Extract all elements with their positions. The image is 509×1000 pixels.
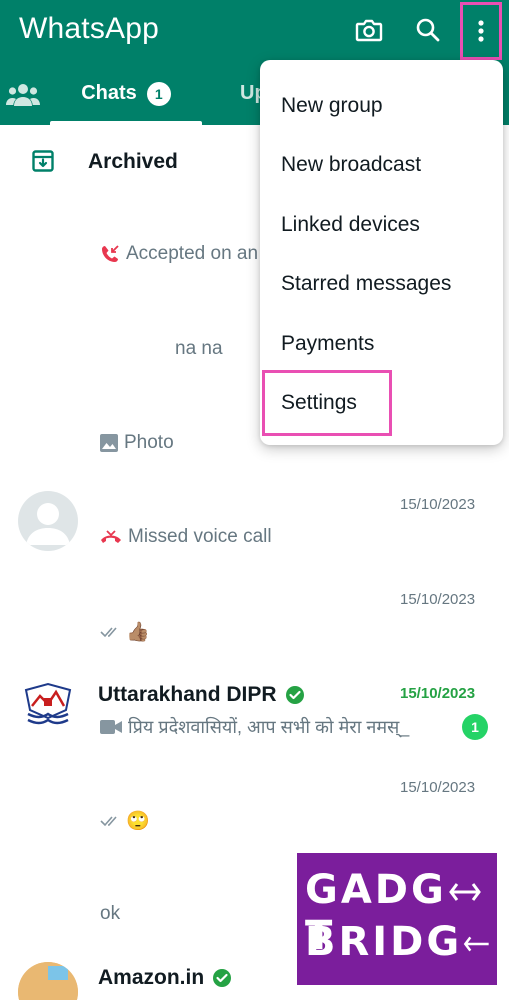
camera-button[interactable] bbox=[349, 10, 389, 50]
chat-item-6-name-text: Uttarakhand DIPR bbox=[98, 683, 277, 706]
unread-badge: 1 bbox=[462, 714, 488, 740]
avatar-default[interactable] bbox=[18, 491, 78, 551]
chat-item-8-message[interactable]: ok bbox=[100, 903, 120, 925]
menu-item-starred-messages[interactable]: Starred messages bbox=[281, 272, 451, 296]
camera-icon bbox=[355, 19, 383, 42]
chat-item-4-time: 15/10/2023 bbox=[400, 496, 476, 513]
menu-item-linked-devices[interactable]: Linked devices bbox=[281, 213, 420, 237]
chat-item-6-message[interactable]: प्रिय प्रदेशवासियों, आप सभी को मेरा नमस्… bbox=[100, 715, 409, 739]
verified-badge-icon bbox=[285, 686, 304, 704]
chat-item-4-text: Missed voice call bbox=[128, 526, 272, 547]
chat-item-3-message[interactable]: Photo bbox=[100, 432, 174, 454]
gadget-bridge-watermark: GADGT BRIDG bbox=[297, 853, 497, 985]
avatar-uttarakhand-dipr[interactable] bbox=[18, 680, 78, 740]
chat-item-7-time: 15/10/2023 bbox=[400, 779, 476, 796]
chat-item-3-text: Photo bbox=[124, 432, 174, 453]
menu-item-new-group[interactable]: New group bbox=[281, 94, 383, 118]
chat-item-5-text: 👍🏽 bbox=[126, 622, 150, 643]
arrow-icon bbox=[448, 883, 481, 901]
arrow-icon bbox=[463, 936, 489, 952]
search-icon bbox=[416, 18, 440, 42]
chat-item-2-message[interactable]: na na bbox=[175, 338, 223, 360]
read-ticks-icon bbox=[100, 627, 117, 638]
chat-item-2-text: na na bbox=[175, 338, 223, 359]
chat-item-8-text: ok bbox=[100, 903, 121, 924]
missed-call-accepted-icon bbox=[102, 245, 119, 262]
uttarakhand-emblem-icon bbox=[24, 682, 72, 725]
menu-item-new-broadcast[interactable]: New broadcast bbox=[281, 153, 421, 177]
search-button[interactable] bbox=[408, 10, 448, 50]
chat-item-6-time: 15/10/2023 bbox=[400, 685, 476, 702]
app-title: WhatsApp bbox=[19, 12, 159, 45]
amazon-logo-icon bbox=[18, 962, 78, 1000]
tab-chats[interactable]: Chats 1 bbox=[50, 70, 202, 125]
video-icon bbox=[100, 720, 122, 734]
chat-item-6-text: प्रिय प्रदेशवासियों, आप सभी को मेरा नमस्… bbox=[128, 717, 410, 737]
chat-item-1-message[interactable]: Accepted on an bbox=[100, 243, 258, 265]
tab-chats-badge: 1 bbox=[146, 82, 171, 106]
chat-item-1-text: Accepted on an bbox=[126, 243, 259, 264]
archived-label: Archived bbox=[88, 150, 178, 173]
tab-active-indicator bbox=[50, 121, 202, 125]
missed-call-icon bbox=[101, 530, 121, 543]
tab-communities[interactable] bbox=[6, 80, 40, 110]
chat-item-6-name[interactable]: Uttarakhand DIPR bbox=[98, 683, 305, 707]
chat-item-9-name[interactable]: Amazon.in bbox=[98, 966, 232, 990]
watermark-line-2: BRIDG bbox=[305, 919, 492, 965]
chat-item-9-name-text: Amazon.in bbox=[98, 966, 205, 989]
community-icon bbox=[6, 84, 40, 106]
chat-item-7-message[interactable]: 🙄 bbox=[100, 809, 150, 833]
chat-item-7-text: 🙄 bbox=[126, 811, 150, 832]
more-vert-icon bbox=[478, 20, 484, 42]
avatar-amazon[interactable] bbox=[18, 962, 78, 1000]
archive-icon bbox=[32, 150, 54, 172]
verified-badge-icon bbox=[213, 969, 232, 987]
menu-item-payments[interactable]: Payments bbox=[281, 332, 374, 356]
chat-item-5-time: 15/10/2023 bbox=[400, 591, 476, 608]
read-ticks-icon bbox=[100, 816, 117, 827]
tab-chats-label: Chats bbox=[81, 82, 137, 104]
default-avatar-icon bbox=[26, 503, 70, 545]
chat-item-4-message[interactable]: Missed voice call bbox=[100, 526, 272, 548]
more-options-button[interactable] bbox=[460, 2, 502, 60]
chat-item-5-message[interactable]: 👍🏽 bbox=[100, 620, 150, 644]
photo-icon bbox=[100, 434, 118, 452]
settings-highlight-box bbox=[262, 370, 392, 436]
